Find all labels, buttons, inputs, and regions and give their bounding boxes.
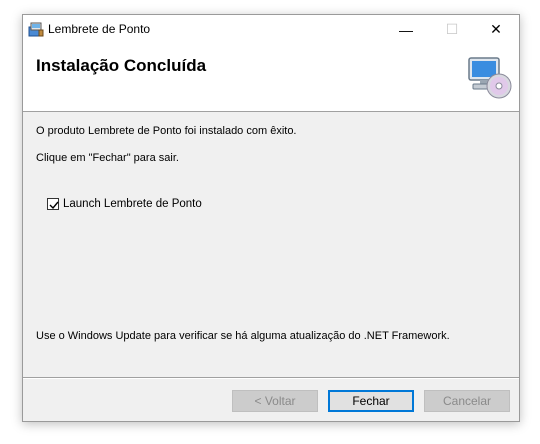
footer-divider (23, 377, 519, 379)
computer-cd-icon (467, 56, 513, 100)
minimize-icon: — (399, 21, 413, 38)
maximize-button[interactable]: ☐ (429, 15, 475, 44)
close-button[interactable]: Fechar (328, 390, 414, 412)
success-message: O produto Lembrete de Ponto foi instalad… (36, 125, 297, 137)
maximize-icon: ☐ (445, 21, 459, 37)
dotnet-update-note: Use o Windows Update para verificar se h… (36, 330, 450, 342)
cancel-button[interactable]: Cancelar (424, 390, 510, 412)
minimize-button[interactable]: — (383, 15, 429, 44)
page-title: Instalação Concluída (36, 56, 207, 75)
installer-window: Lembrete de Ponto — ☐ ✕ Instalação Concl… (22, 14, 520, 422)
wizard-header: Instalação Concluída (23, 44, 519, 112)
checkmark-icon (49, 201, 59, 210)
window-title: Lembrete de Ponto (48, 22, 151, 36)
close-window-button[interactable]: ✕ (473, 15, 519, 44)
title-bar: Lembrete de Ponto — ☐ ✕ (23, 15, 519, 44)
installer-app-icon (28, 21, 44, 37)
launch-checkbox[interactable] (47, 198, 59, 210)
launch-checkbox-label[interactable]: Launch Lembrete de Ponto (63, 198, 202, 210)
exit-instruction: Clique em "Fechar" para sair. (36, 152, 179, 164)
back-button[interactable]: < Voltar (232, 390, 318, 412)
launch-checkbox-row[interactable]: Launch Lembrete de Ponto (47, 198, 202, 210)
close-icon: ✕ (490, 21, 502, 37)
